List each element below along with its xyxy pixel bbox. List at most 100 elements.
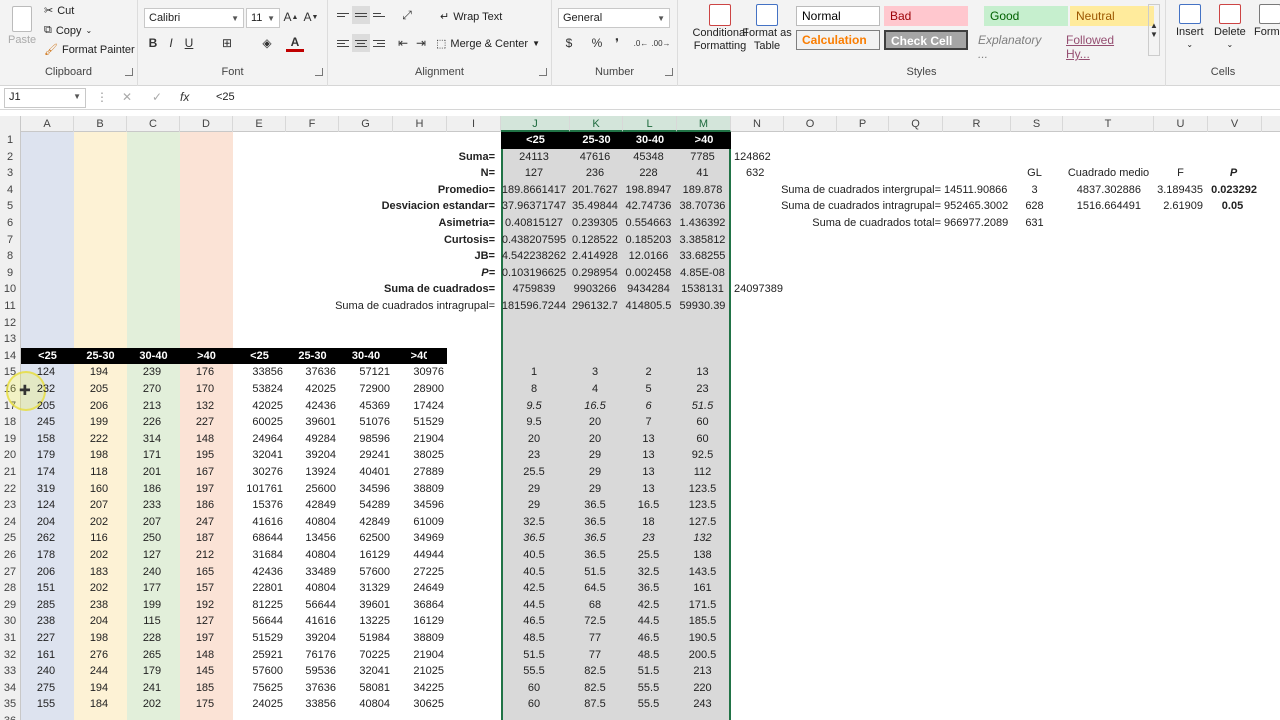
row-header-2[interactable]: 2 [0, 148, 21, 166]
anova-intra-label[interactable]: Suma de cuadrados intragrupal= [730, 198, 944, 215]
data-cell[interactable]: 238 [74, 597, 127, 614]
column-header-B[interactable]: B [74, 116, 127, 132]
rank-cell[interactable]: 51.5 [677, 398, 731, 415]
data-cell[interactable]: 157 [180, 580, 233, 597]
row-header-5[interactable]: 5 [0, 198, 21, 215]
stat-value[interactable]: 0.298954 [570, 265, 623, 282]
rank-cell[interactable]: 20 [570, 414, 623, 431]
row-header-18[interactable]: 18 [0, 414, 21, 431]
row-header-32[interactable]: 32 [0, 646, 21, 664]
row-header-27[interactable]: 27 [0, 563, 21, 581]
rank-cell[interactable]: 60 [677, 431, 731, 448]
data-cell[interactable]: 205 [74, 381, 127, 398]
column-header-E[interactable]: E [233, 116, 286, 132]
rank-cell[interactable]: 220 [677, 680, 731, 697]
insert-function-button[interactable]: fx [180, 90, 189, 104]
data-cell[interactable]: 21904 [393, 431, 447, 448]
data-cell[interactable]: 124 [21, 497, 74, 514]
data-cell[interactable]: 59536 [286, 663, 339, 680]
rank-cell[interactable]: 87.5 [570, 696, 623, 713]
rank-cell[interactable]: 55.5 [501, 663, 570, 680]
data-cell[interactable]: 127 [127, 547, 180, 564]
anova-inter-f[interactable]: 3.189435 [1154, 182, 1206, 199]
data-cell[interactable]: 179 [127, 663, 180, 680]
column-header-O[interactable]: O [784, 116, 837, 132]
data-cell[interactable]: 76176 [286, 647, 339, 664]
stat-value[interactable]: 1538131 [677, 281, 731, 298]
data-cell[interactable]: 127 [180, 613, 233, 630]
column-header-R[interactable]: R [943, 116, 1011, 132]
data-cell[interactable]: 51529 [393, 414, 447, 431]
data-cell[interactable]: 31684 [233, 547, 286, 564]
paste-button[interactable]: Paste [8, 6, 36, 46]
stat-value[interactable]: 12.0166 [623, 248, 677, 265]
anova-inter-label[interactable]: Suma de cuadrados intergrupal= [730, 182, 944, 199]
rank-cell[interactable]: 82.5 [570, 680, 623, 697]
data-header[interactable]: <25 [233, 347, 286, 365]
rank-cell[interactable]: 36.5 [570, 530, 623, 547]
column-header-D[interactable]: D [180, 116, 233, 132]
data-cell[interactable]: 37636 [286, 680, 339, 697]
style-good[interactable]: Good [984, 6, 1068, 26]
data-cell[interactable]: 201 [127, 464, 180, 481]
rank-cell[interactable]: 72.5 [570, 613, 623, 630]
data-cell[interactable]: 34596 [393, 497, 447, 514]
data-cell[interactable]: 13924 [286, 464, 339, 481]
rank-cell[interactable]: 64.5 [570, 580, 623, 597]
rank-cell[interactable]: 4 [570, 381, 623, 398]
font-name-select[interactable]: Calibri ▼ [144, 8, 244, 28]
data-cell[interactable]: 175 [180, 696, 233, 713]
rank-cell[interactable]: 243 [677, 696, 731, 713]
column-header-Q[interactable]: Q [889, 116, 943, 132]
data-cell[interactable]: 185 [180, 680, 233, 697]
row-header-24[interactable]: 24 [0, 513, 21, 531]
rank-cell[interactable]: 36.5 [570, 547, 623, 564]
data-cell[interactable]: 148 [180, 431, 233, 448]
data-cell[interactable]: 56644 [286, 597, 339, 614]
stat-value[interactable]: 198.8947 [623, 182, 677, 199]
data-cell[interactable]: 15376 [233, 497, 286, 514]
data-cell[interactable]: 40804 [286, 580, 339, 597]
align-top-button[interactable] [334, 6, 352, 24]
rank-cell[interactable]: 23 [623, 530, 677, 547]
data-header[interactable]: 30-40 [127, 347, 180, 365]
anova-gl-header[interactable]: GL [1016, 165, 1056, 182]
data-cell[interactable]: 22801 [233, 580, 286, 597]
data-cell[interactable]: 32041 [233, 447, 286, 464]
data-cell[interactable]: 45369 [339, 398, 393, 415]
data-cell[interactable]: 44944 [393, 547, 447, 564]
row-header-13[interactable]: 13 [0, 331, 21, 348]
decrease-indent-button[interactable]: ⇤ [394, 34, 412, 52]
stat-value[interactable]: 189.878 [677, 182, 731, 199]
styles-scroll-button[interactable]: ▲ ▼ [1148, 4, 1160, 56]
column-header-P[interactable]: P [837, 116, 889, 132]
anova-total-ss[interactable]: 966977.2089 [944, 215, 1010, 232]
anova-intra-gl[interactable]: 628 [1016, 198, 1056, 215]
rank-cell[interactable]: 20 [570, 431, 623, 448]
column-header-S[interactable]: S [1011, 116, 1063, 132]
row-header-7[interactable]: 7 [0, 231, 21, 249]
alignment-launcher-icon[interactable] [539, 68, 547, 76]
increase-indent-button[interactable]: ⇥ [412, 34, 430, 52]
group-header[interactable]: 25-30 [570, 132, 623, 149]
data-cell[interactable]: 29241 [339, 447, 393, 464]
row-header-6[interactable]: 6 [0, 215, 21, 232]
data-cell[interactable]: 167 [180, 464, 233, 481]
rank-cell[interactable]: 16.5 [623, 497, 677, 514]
anova-intra-ss[interactable]: 952465.3002 [944, 198, 1010, 215]
rank-cell[interactable]: 161 [677, 580, 731, 597]
data-cell[interactable]: 132 [180, 398, 233, 415]
row-header-20[interactable]: 20 [0, 447, 21, 464]
stat-value[interactable]: 201.7627 [570, 182, 623, 199]
data-cell[interactable]: 116 [74, 530, 127, 547]
data-cell[interactable]: 42436 [286, 398, 339, 415]
data-cell[interactable]: 27225 [393, 564, 447, 581]
data-cell[interactable]: 198 [74, 630, 127, 647]
data-cell[interactable]: 240 [127, 564, 180, 581]
stat-value[interactable]: 0.128522 [570, 232, 623, 249]
rank-cell[interactable]: 13 [677, 364, 731, 381]
font-color-button[interactable]: A [286, 34, 304, 52]
data-cell[interactable]: 34969 [393, 530, 447, 547]
data-cell[interactable]: 212 [180, 547, 233, 564]
data-cell[interactable]: 39601 [339, 597, 393, 614]
